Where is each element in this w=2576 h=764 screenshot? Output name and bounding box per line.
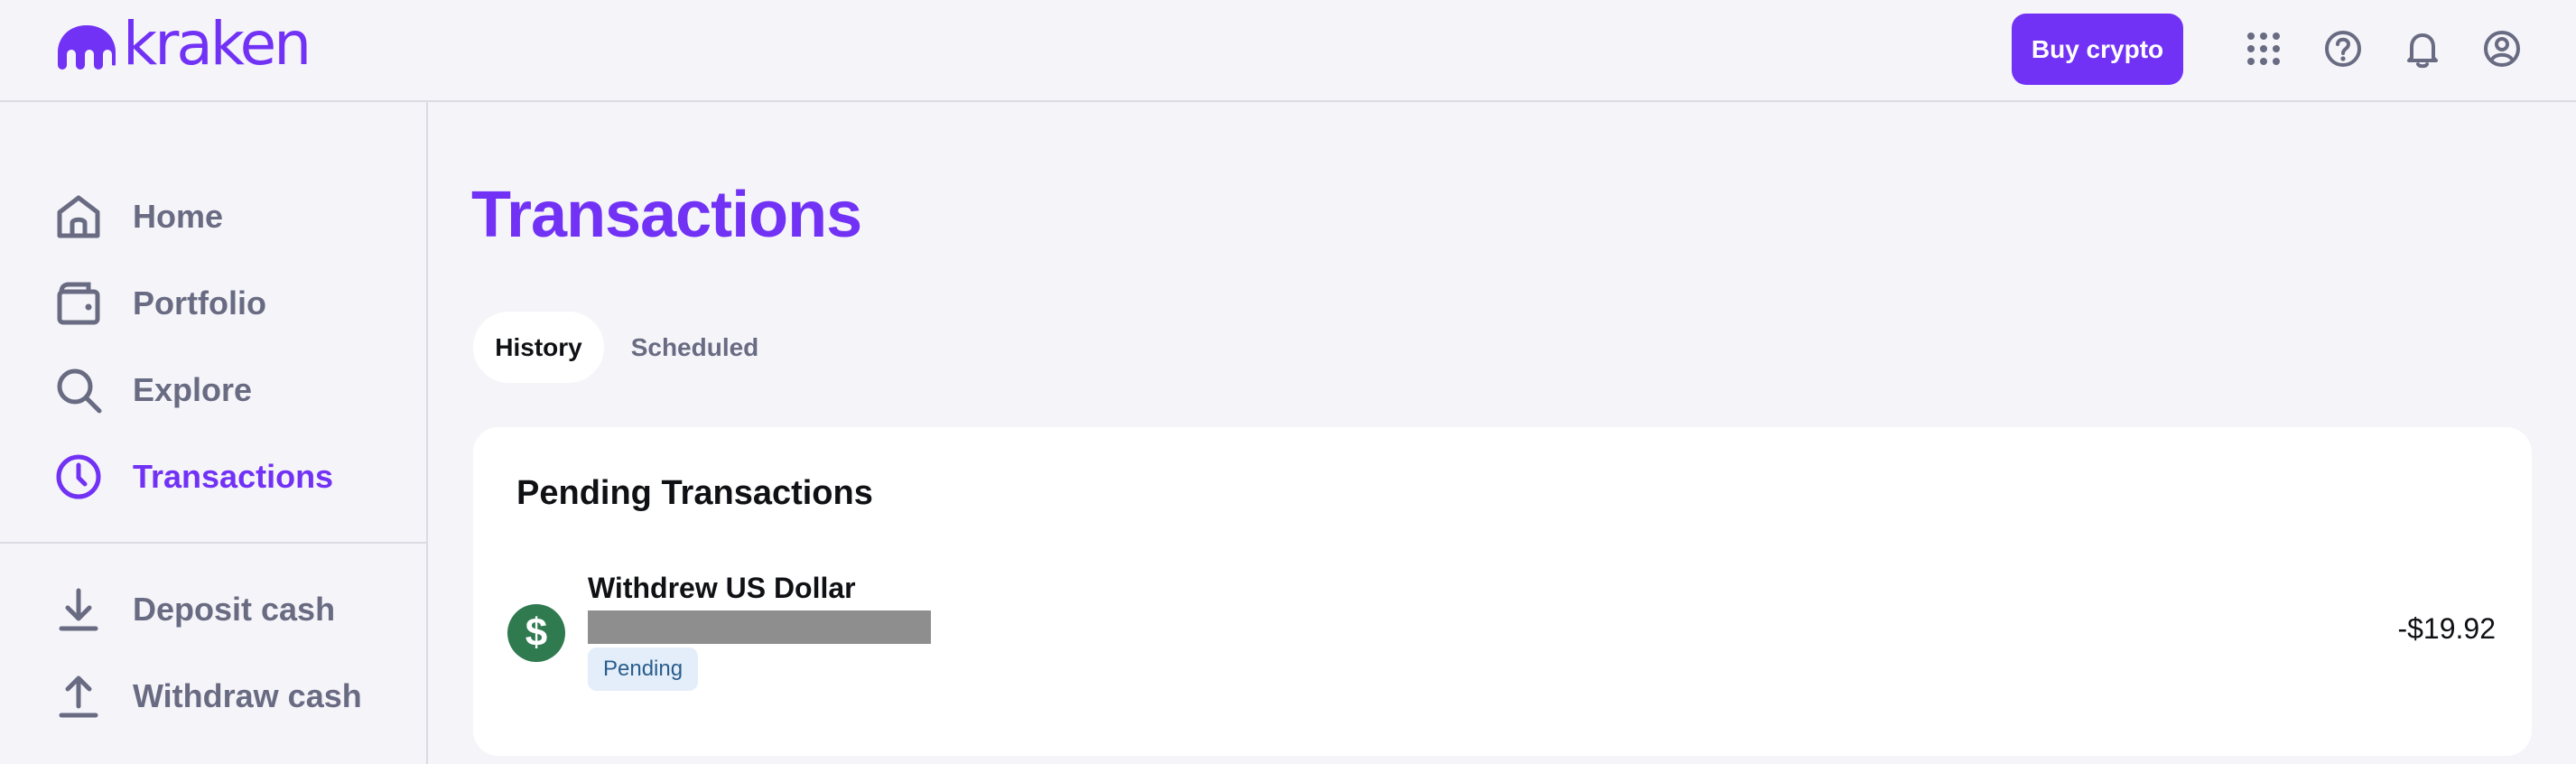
- account-icon[interactable]: [2480, 27, 2524, 70]
- upload-icon: [54, 668, 110, 724]
- buy-crypto-button[interactable]: Buy crypto: [2012, 14, 2183, 85]
- sidebar-item-withdraw-cash[interactable]: Withdraw cash: [54, 665, 415, 728]
- top-header: kraken Buy crypto: [0, 0, 2576, 102]
- sidebar-item-portfolio[interactable]: Portfolio: [54, 272, 415, 335]
- redacted-detail: [588, 610, 931, 644]
- sidebar-item-label: Explore: [133, 371, 253, 408]
- home-icon: [54, 189, 110, 245]
- download-icon: [54, 582, 110, 638]
- sidebar-item-explore[interactable]: Explore: [54, 359, 415, 422]
- wallet-icon: [54, 275, 110, 331]
- sidebar-item-label: Deposit cash: [133, 591, 336, 628]
- apps-grid-icon[interactable]: [2242, 27, 2285, 70]
- sidebar-item-transactions[interactable]: Transactions: [54, 445, 415, 508]
- sidebar-item-label: Portfolio: [133, 284, 266, 321]
- pending-transactions-card: Pending Transactions $ Withdrew US Dolla…: [473, 427, 2532, 756]
- card-title: Pending Transactions: [516, 474, 873, 512]
- clock-icon: [54, 449, 110, 505]
- sidebar-divider: [0, 542, 426, 544]
- search-icon: [54, 362, 110, 418]
- kraken-logo-mark: [58, 25, 116, 70]
- dollar-icon: $: [507, 604, 565, 662]
- bell-icon[interactable]: [2401, 27, 2444, 70]
- brand-name: kraken: [123, 9, 312, 79]
- sidebar-item-label: Home: [133, 198, 224, 235]
- sidebar-item-label: Transactions: [133, 458, 334, 495]
- sidebar-item-home[interactable]: Home: [54, 185, 415, 248]
- sidebar-item-label: Withdraw cash: [133, 677, 362, 714]
- help-icon[interactable]: [2321, 27, 2365, 70]
- sidebar-item-deposit-cash[interactable]: Deposit cash: [54, 578, 415, 641]
- sidebar: Home Portfolio Explore Transactions Depo…: [0, 102, 428, 764]
- kraken-logo[interactable]: kraken: [54, 14, 312, 74]
- tab-scheduled[interactable]: Scheduled: [616, 312, 774, 383]
- transaction-amount: -$19.92: [2397, 612, 2496, 645]
- transaction-title: Withdrew US Dollar: [588, 572, 856, 604]
- page-title: Transactions: [471, 179, 862, 251]
- tab-history[interactable]: History: [473, 312, 604, 383]
- status-badge: Pending: [588, 648, 699, 691]
